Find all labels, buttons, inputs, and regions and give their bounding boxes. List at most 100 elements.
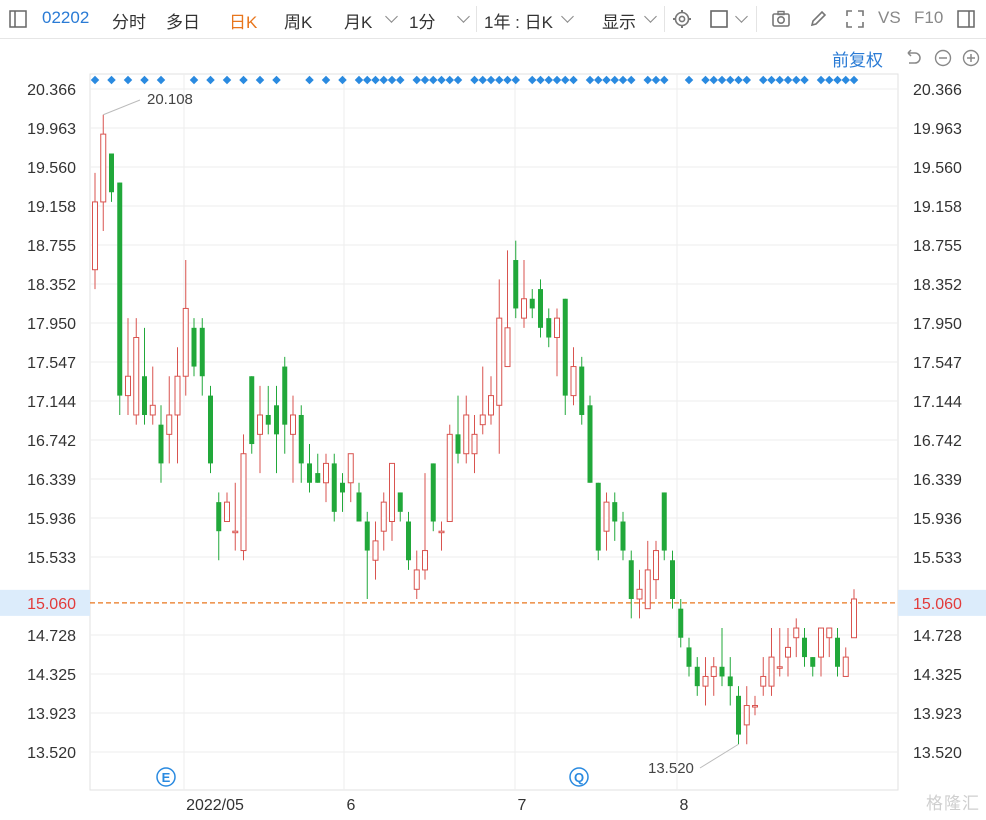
event-dot bbox=[742, 75, 751, 85]
event-dot bbox=[684, 75, 694, 85]
candle-body bbox=[331, 463, 337, 512]
minute-select[interactable]: 1分 bbox=[409, 8, 435, 33]
tab-intraday[interactable]: 分时 bbox=[112, 8, 146, 33]
adjustment-mode-button[interactable]: 前复权 bbox=[832, 46, 883, 71]
fullscreen-icon[interactable] bbox=[845, 9, 865, 29]
y-tick-label-left: 19.560 bbox=[27, 160, 76, 177]
range-select[interactable]: 1年 : 日K bbox=[484, 8, 553, 33]
plot-frame bbox=[89, 73, 899, 791]
y-tick-label-right: 16.339 bbox=[913, 472, 962, 489]
sidebar-toggle-icon[interactable] bbox=[8, 9, 28, 29]
current-price-badge-left bbox=[0, 589, 90, 616]
camera-icon[interactable] bbox=[771, 9, 791, 29]
candle bbox=[446, 424, 453, 523]
candle bbox=[719, 628, 725, 687]
candle bbox=[455, 395, 461, 464]
monthly-dropdown-icon[interactable] bbox=[385, 10, 398, 23]
candle-body bbox=[479, 414, 486, 426]
candle bbox=[595, 482, 601, 561]
candle bbox=[851, 589, 857, 639]
candle bbox=[142, 327, 147, 425]
tab-monthly-k[interactable]: 月K bbox=[344, 8, 372, 33]
candle-body bbox=[166, 414, 173, 435]
candle-body bbox=[347, 453, 354, 484]
candle-body bbox=[694, 666, 700, 687]
tab-weekly-k[interactable]: 周K bbox=[284, 8, 312, 33]
candle-body bbox=[240, 453, 247, 552]
candle bbox=[224, 492, 230, 523]
candle bbox=[620, 511, 626, 561]
candle-body bbox=[810, 657, 816, 667]
candle-body bbox=[529, 298, 535, 309]
candle bbox=[257, 385, 263, 474]
y-tick-label-left: 17.950 bbox=[27, 316, 76, 333]
candle-body bbox=[149, 404, 156, 416]
candle-body bbox=[455, 434, 461, 454]
max-price-label: 20.108 bbox=[147, 91, 193, 108]
candle bbox=[496, 279, 503, 454]
candle-body bbox=[727, 676, 733, 687]
f10-button[interactable]: F10 bbox=[914, 8, 943, 28]
panel-toggle-icon[interactable] bbox=[956, 9, 976, 29]
event-dot bbox=[140, 75, 149, 85]
event-marker-label: Q bbox=[574, 770, 584, 785]
event-dot bbox=[610, 75, 619, 85]
tab-multi-day[interactable]: 多日 bbox=[166, 8, 200, 33]
event-dot bbox=[825, 75, 834, 85]
y-tick-label-left: 17.547 bbox=[27, 355, 76, 372]
event-marker-label: E bbox=[162, 770, 171, 785]
event-dot bbox=[371, 75, 380, 85]
candle-body bbox=[488, 395, 494, 416]
event-marker bbox=[569, 767, 589, 787]
vs-compare-button[interactable]: VS bbox=[878, 8, 901, 28]
display-dropdown-icon[interactable] bbox=[644, 10, 657, 23]
undo-icon[interactable] bbox=[907, 49, 921, 64]
candle-body bbox=[92, 201, 98, 271]
candle bbox=[504, 250, 511, 368]
candle bbox=[743, 686, 750, 745]
square-tool-icon[interactable] bbox=[709, 9, 729, 29]
candle-body bbox=[340, 482, 345, 493]
toolbar-divider bbox=[476, 6, 477, 32]
event-dot bbox=[660, 75, 669, 85]
candle bbox=[274, 385, 279, 474]
event-dot bbox=[272, 75, 281, 85]
candle-body bbox=[142, 376, 147, 415]
candle bbox=[249, 376, 255, 454]
candle-body bbox=[315, 473, 321, 483]
event-dot bbox=[453, 75, 463, 85]
y-tick-label-left: 15.936 bbox=[27, 511, 76, 528]
zoom-in-icon[interactable] bbox=[962, 49, 980, 67]
event-dot bbox=[561, 75, 570, 85]
candle-body bbox=[265, 414, 271, 425]
event-dot bbox=[602, 75, 611, 85]
y-tick-label-right: 17.950 bbox=[913, 316, 962, 333]
candle bbox=[149, 366, 156, 425]
candle-body bbox=[785, 646, 791, 658]
range-dropdown-icon[interactable] bbox=[561, 10, 574, 23]
pencil-icon[interactable] bbox=[808, 9, 828, 29]
y-tick-label-right: 14.325 bbox=[913, 667, 962, 684]
candle bbox=[133, 318, 140, 425]
candle bbox=[628, 550, 634, 619]
candle bbox=[191, 318, 197, 377]
y-tick-label-left: 16.742 bbox=[27, 433, 76, 450]
candle bbox=[546, 308, 552, 348]
candle bbox=[570, 347, 577, 406]
square-tool-dropdown-icon[interactable] bbox=[735, 10, 748, 23]
y-tick-label-right: 15.533 bbox=[913, 550, 962, 567]
candle bbox=[282, 356, 288, 454]
candle bbox=[818, 627, 824, 677]
candle bbox=[356, 482, 362, 522]
candle bbox=[430, 463, 436, 532]
gear-icon[interactable] bbox=[672, 9, 692, 29]
zoom-out-icon[interactable] bbox=[934, 49, 952, 67]
display-select[interactable]: 显示 bbox=[602, 8, 636, 33]
candle-body bbox=[191, 327, 197, 367]
event-dot bbox=[420, 75, 430, 85]
y-tick-label-right: 13.520 bbox=[913, 745, 962, 762]
tab-daily-k[interactable]: 日K bbox=[229, 8, 257, 33]
candle-body bbox=[768, 656, 775, 687]
candle-body bbox=[117, 182, 123, 396]
minute-dropdown-icon[interactable] bbox=[457, 10, 470, 23]
